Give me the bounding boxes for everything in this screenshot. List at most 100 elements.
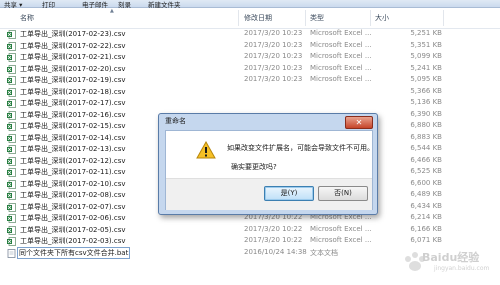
column-date-header[interactable]: 修改日期 (244, 13, 272, 23)
file-size: 5,099 KB (410, 52, 442, 60)
file-date: 2017/3/20 10:22 (244, 236, 303, 244)
file-size: 5,095 KB (410, 75, 442, 83)
file-date: 2017/3/20 10:23 (244, 29, 303, 37)
file-name: 工单导出_深圳(2017-02-08).csv (20, 191, 126, 199)
file-name: 工单导出_深圳(2017-02-20).csv (20, 64, 126, 73)
file-name: 工单导出_深圳(2017-02-06).csv (20, 214, 126, 222)
file-date: 2017/3/20 10:22 (244, 224, 303, 233)
column-divider[interactable] (238, 10, 239, 26)
excel-icon (7, 214, 16, 223)
column-divider[interactable] (305, 10, 306, 26)
file-name: 同个文件夹下所有csv文件合并.bat (17, 246, 131, 259)
rename-dialog: 重命名 ✕ 如果改变文件扩展名，可能会导致文件不可用。 确实要更改吗? 是(Y)… (158, 113, 378, 215)
file-size: 5,351 KB (410, 40, 442, 49)
watermark-text: Baidu经验 (422, 251, 480, 264)
yes-button[interactable]: 是(Y) (264, 186, 314, 201)
file-type: Microsoft Excel ... (310, 236, 372, 244)
column-type-header[interactable]: 类型 (310, 13, 324, 23)
file-size: 5,251 KB (410, 29, 442, 37)
file-date: 2017/3/20 10:23 (244, 63, 303, 72)
excel-icon (7, 76, 16, 85)
file-type: 文本文档 (310, 248, 338, 257)
file-name: 工单导出_深圳(2017-02-16).csv (20, 110, 126, 119)
file-date: 2016/10/24 14:38 (244, 247, 307, 256)
file-size: 6,166 KB (410, 224, 442, 233)
file-name: 工单导出_深圳(2017-02-13).csv (20, 145, 126, 153)
excel-icon (7, 133, 16, 143)
file-name: 工单导出_深圳(2017-02-07).csv (20, 202, 126, 211)
file-name: 工单导出_深圳(2017-02-21).csv (20, 53, 126, 61)
file-size: 5,136 KB (410, 98, 442, 106)
file-name: 工单导出_深圳(2017-02-12).csv (20, 156, 126, 165)
excel-icon (7, 168, 16, 177)
file-date: 2017/3/20 10:23 (244, 40, 303, 49)
file-size: 6,525 KB (410, 167, 442, 175)
no-button[interactable]: 否(N) (318, 186, 368, 201)
file-row[interactable]: 工单导出_深圳(2017-02-05).csv 2017/3/20 10:22 Mi… (0, 225, 500, 236)
file-row[interactable]: 工单导出_深圳(2017-02-23).csv 2017/3/20 10:23 Mi… (0, 29, 500, 40)
file-size: 6,466 KB (410, 155, 442, 164)
excel-icon (7, 53, 16, 62)
excel-icon (7, 237, 16, 246)
file-name: 工单导出_深圳(2017-02-18).csv (20, 87, 126, 96)
file-name: 工单导出_深圳(2017-02-19).csv (20, 76, 126, 84)
column-header-row: ▲ 名称 修改日期 类型 大小 (0, 8, 500, 29)
column-divider[interactable] (370, 10, 371, 26)
file-row[interactable]: 工单导出_深圳(2017-02-22).csv 2017/3/20 10:23 Mi… (0, 41, 500, 52)
file-size: 6,880 KB (410, 121, 442, 129)
file-type: Microsoft Excel ... (310, 29, 372, 37)
excel-icon (7, 41, 16, 51)
file-size: 5,241 KB (410, 63, 442, 72)
excel-icon (7, 122, 16, 131)
file-date: 2017/3/20 10:23 (244, 75, 303, 83)
file-type: Microsoft Excel ... (310, 52, 372, 60)
file-name: 工单导出_深圳(2017-02-17).csv (20, 99, 126, 107)
file-row[interactable]: 工单导出_深圳(2017-02-20).csv 2017/3/20 10:23 Mi… (0, 64, 500, 75)
file-date: 2017/3/20 10:23 (244, 52, 303, 60)
file-size: 6,883 KB (410, 132, 442, 141)
excel-icon (7, 191, 16, 200)
file-name: 工单导出_深圳(2017-02-03).csv (20, 237, 126, 245)
file-size: 6,071 KB (410, 236, 442, 244)
excel-icon (7, 145, 16, 154)
excel-icon (7, 225, 16, 235)
close-button[interactable]: ✕ (345, 116, 373, 129)
command-bar: 共享 ▾ 打印 电子邮件 刻录 新建文件夹 (0, 0, 500, 9)
warning-icon (196, 141, 216, 159)
file-size: 5,366 KB (410, 86, 442, 95)
file-row[interactable]: 工单导出_深圳(2017-02-03).csv 2017/3/20 10:22 Mi… (0, 236, 500, 247)
file-row[interactable]: 工单导出_深圳(2017-02-18).csv 5,366 KB (0, 87, 500, 98)
file-type: Microsoft Excel ... (310, 75, 372, 83)
file-size: 6,489 KB (410, 190, 442, 198)
file-size: 6,544 KB (410, 144, 442, 152)
excel-icon (7, 30, 16, 39)
file-type: Microsoft Excel ... (310, 40, 372, 49)
file-type: Microsoft Excel ... (310, 224, 372, 233)
column-name-header[interactable]: 名称 (20, 13, 34, 23)
dialog-body: 如果改变文件扩展名，可能会导致文件不可用。 确实要更改吗? 是(Y) 否(N) (165, 130, 374, 210)
excel-icon (7, 202, 16, 212)
column-size-header[interactable]: 大小 (375, 13, 389, 23)
file-row[interactable]: 工单导出_深圳(2017-02-21).csv 2017/3/20 10:23 Mi… (0, 52, 500, 63)
file-name: 工单导出_深圳(2017-02-14).csv (20, 133, 126, 142)
sort-arrow-icon: ▲ (110, 8, 114, 14)
file-name: 工单导出_深圳(2017-02-11).csv (20, 168, 126, 176)
column-divider[interactable] (443, 10, 444, 26)
text-file-icon (7, 248, 16, 258)
excel-icon (7, 179, 16, 189)
dialog-title: 重命名 (165, 117, 186, 125)
file-row[interactable]: 工单导出_深圳(2017-02-19).csv 2017/3/20 10:23 Mi… (0, 75, 500, 86)
close-icon: ✕ (355, 118, 363, 127)
excel-icon (7, 64, 16, 74)
file-type: Microsoft Excel ... (310, 63, 372, 72)
excel-icon (7, 87, 16, 97)
dialog-footer: 是(Y) 否(N) (166, 178, 372, 210)
file-row[interactable]: 工单导出_深圳(2017-02-17).csv 5,136 KB (0, 98, 500, 109)
file-size: 6,434 KB (410, 201, 442, 210)
excel-icon (7, 156, 16, 166)
file-size: 6,600 KB (410, 178, 442, 187)
file-name: 工单导出_深圳(2017-02-22).csv (20, 41, 126, 50)
file-size: 6,214 KB (410, 213, 442, 221)
file-size: 6,390 KB (410, 109, 442, 118)
excel-icon (7, 110, 16, 120)
